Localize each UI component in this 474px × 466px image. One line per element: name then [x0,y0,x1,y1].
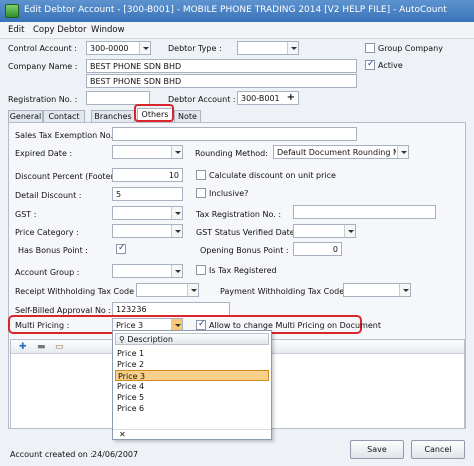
price-category-select[interactable] [112,224,183,238]
expired-date-select[interactable] [112,145,183,159]
receipt-withholding-label: Receipt Withholding Tax Code : [15,287,140,296]
payment-withholding-select[interactable] [343,283,411,297]
opening-bonus-point-label: Opening Bonus Point : [200,246,289,255]
company-name-input[interactable]: BEST PHONE SDN BHD [86,59,357,73]
multi-pricing-label: Multi Pricing : [15,321,70,330]
tab-contact[interactable]: Contact [43,110,85,122]
binoculars-icon: ⚲ [119,335,125,344]
active-checkbox[interactable] [365,59,375,70]
plus-icon[interactable]: ✚ [19,342,27,352]
registration-no-label: Registration No. : [8,95,78,104]
window-title: Edit Debtor Account - [300-B001] - MOBIL… [24,5,447,15]
inclusive-checkbox[interactable] [196,188,206,198]
tab-general[interactable]: General [8,110,43,122]
control-account-select[interactable]: 300-0000 [86,41,151,55]
chevron-down-icon[interactable] [171,207,182,219]
tab-branches[interactable]: Branches [91,110,135,122]
price-category-label: Price Category : [15,228,79,237]
detail-discount-label: Detail Discount : [15,191,82,200]
account-created-label: Account created on : [10,450,94,459]
gst-status-date-label: GST Status Verified Date : [196,228,300,237]
chevron-down-icon[interactable] [139,42,150,54]
gst-status-date-select[interactable] [293,224,356,238]
menu-copy-debtor[interactable]: Copy Debtor [33,25,86,35]
detail-discount-input[interactable]: 5 [112,187,183,201]
debtor-account-input[interactable]: 300-B001 + [237,91,299,105]
gst-label: GST : [15,210,37,219]
list-item[interactable]: Price 6 [115,403,269,414]
list-item[interactable]: Price 4 [115,381,269,392]
gst-select[interactable] [112,206,183,220]
menu-edit[interactable]: Edit [8,25,24,35]
control-account-label: Control Account : [8,44,77,53]
receipt-withholding-select[interactable] [136,283,199,297]
is-tax-registered-label: Is Tax Registered [209,266,277,275]
rounding-method-label: Rounding Method: [195,149,268,158]
is-tax-registered-checkbox[interactable] [196,265,206,275]
tab-highlight-outline [134,104,174,122]
sales-tax-exemption-input[interactable] [112,127,357,141]
chevron-down-icon[interactable] [399,284,410,296]
debtor-account-label: Debtor Account : [168,95,236,104]
plus-icon[interactable]: + [287,92,295,103]
payment-withholding-label: Payment Withholding Tax Code : [220,287,350,296]
allow-change-multi-pricing-label: Allow to change Multi Pricing on Documen… [209,321,382,330]
allow-change-multi-pricing-checkbox[interactable] [196,319,206,330]
list-item[interactable]: Price 3 [115,370,269,381]
has-bonus-point-label: Has Bonus Point : [18,246,88,255]
close-icon[interactable]: ✕ [119,430,126,439]
self-billed-input[interactable]: 123236 [112,302,230,316]
menu-bar: Edit Copy Debtor Window [0,22,474,39]
expired-date-label: Expired Date : [15,149,73,158]
app-icon [5,4,19,18]
dropdown-header[interactable]: ⚲ Description [115,333,269,345]
inclusive-label: Inclusive? [209,189,249,198]
discount-percent-label: Discount Percent (Footer): [15,172,120,181]
calc-discount-label: Calculate discount on unit price [209,171,336,180]
save-button[interactable]: Save [350,440,404,459]
registration-no-input[interactable] [86,91,150,105]
group-company-label: Group Company [378,44,443,53]
list-item[interactable]: Price 2 [115,359,269,370]
tax-registration-label: Tax Registration No. : [196,210,282,219]
chevron-down-icon[interactable] [187,284,198,296]
account-group-select[interactable] [112,264,183,278]
dropdown-footer: ✕ [113,429,271,439]
company-name-2-input[interactable]: BEST PHONE SDN BHD [86,74,357,88]
account-group-label: Account Group : [15,268,80,277]
opening-bonus-point-input[interactable]: 0 [293,242,342,256]
debtor-type-select[interactable] [237,41,299,55]
group-company-checkbox[interactable] [365,43,375,53]
account-created-value: 24/06/2007 [92,450,139,459]
menu-window[interactable]: Window [91,25,125,35]
rounding-method-select[interactable]: Default Document Rounding Method [273,145,409,159]
company-name-label: Company Name : [8,62,78,71]
has-bonus-point-checkbox[interactable] [116,243,126,254]
chevron-down-icon[interactable] [171,265,182,277]
discount-percent-input[interactable]: 10 [112,168,183,182]
list-item[interactable]: Price 1 [115,348,269,359]
cancel-button[interactable]: Cancel [411,440,465,459]
self-billed-label: Self-Billed Approval No : [15,306,112,315]
chevron-down-icon[interactable] [171,146,182,158]
tab-note[interactable]: Note [174,110,201,122]
window-titlebar: Edit Debtor Account - [300-B001] - MOBIL… [0,0,474,22]
chevron-down-icon[interactable] [397,146,408,158]
chevron-down-icon[interactable] [287,42,298,54]
sales-tax-exemption-label: Sales Tax Exemption No. : [15,131,119,140]
folder-icon[interactable]: ▭ [55,342,64,352]
chevron-down-icon[interactable] [171,225,182,237]
minus-icon[interactable]: ▬ [37,342,46,352]
calc-discount-checkbox[interactable] [196,170,206,180]
multi-pricing-dropdown: ⚲ Description Price 1 Price 2 Price 3 Pr… [112,330,272,440]
dropdown-header-label: Description [127,335,173,344]
active-label: Active [378,61,403,70]
chevron-down-icon[interactable] [344,225,355,237]
list-item[interactable]: Price 5 [115,392,269,403]
tax-registration-input[interactable] [293,205,436,219]
form-window: Control Account : 300-0000 Debtor Type :… [0,39,474,466]
debtor-type-label: Debtor Type : [168,44,222,53]
